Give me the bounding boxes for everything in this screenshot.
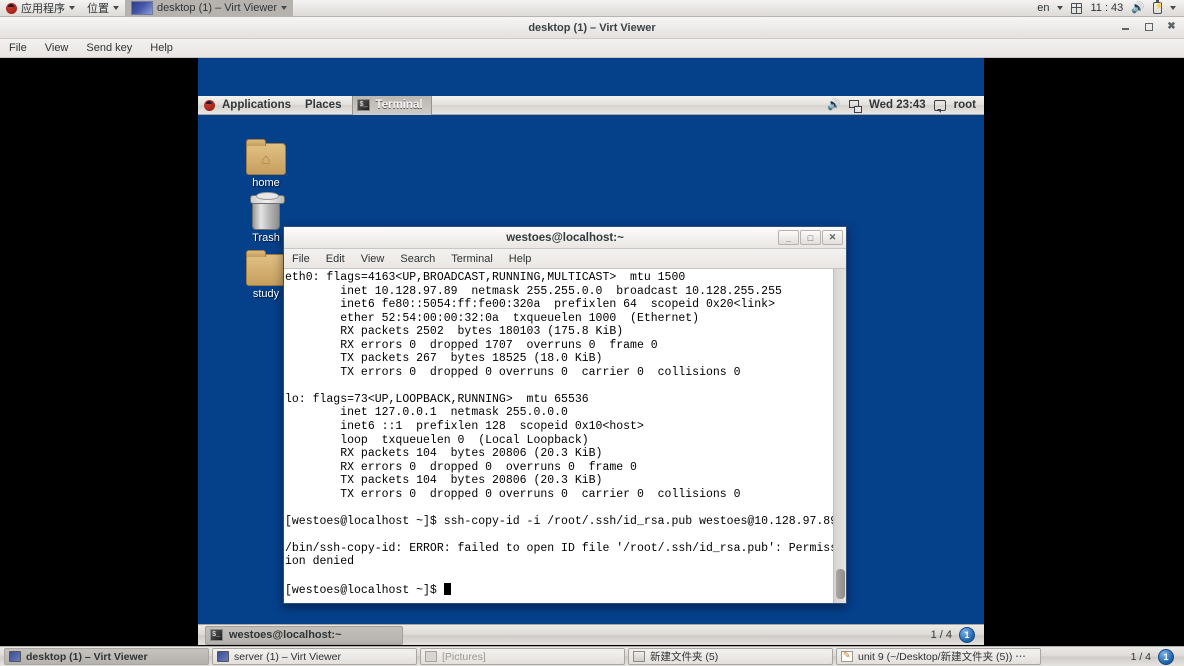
- taskbar-item-new-folder[interactable]: 新建文件夹 (5): [628, 648, 833, 665]
- maximize-icon[interactable]: □: [800, 230, 821, 245]
- screen: 应用程序 位置 desktop (1) – Virt Viewer en 11 …: [0, 0, 1184, 666]
- chevron-down-icon: [1057, 6, 1064, 10]
- host-top-panel: 应用程序 位置 desktop (1) – Virt Viewer en 11 …: [0, 0, 1184, 17]
- folder-icon: [246, 250, 286, 286]
- host-window-menu[interactable]: desktop (1) – Virt Viewer: [125, 0, 294, 17]
- terminal-window-controls: _ □ ✕: [778, 230, 843, 245]
- fedora-logo-icon: [6, 2, 17, 14]
- virt-viewer-title: desktop (1) – Virt Viewer: [528, 21, 656, 34]
- taskbar-item-unit9[interactable]: unit 9 (~/Desktop/新建文件夹 (5)) ⋯: [836, 648, 1041, 665]
- speaker-icon[interactable]: 🔊: [827, 99, 841, 111]
- host-places-menu[interactable]: 位置: [81, 0, 125, 17]
- menu-file[interactable]: File: [0, 39, 36, 58]
- chevron-down-icon: [281, 6, 288, 10]
- guest-desktop[interactable]: Applications Places $_ Terminal 🔊 Wed 23…: [198, 58, 984, 645]
- maximize-icon[interactable]: [1142, 20, 1155, 33]
- picture-icon: [425, 651, 437, 662]
- guest-workspace-switcher[interactable]: 1 / 4 1: [931, 627, 984, 643]
- minimize-icon[interactable]: [1119, 20, 1132, 33]
- terminal-menu-search[interactable]: Search: [392, 249, 443, 269]
- guest-window-button-terminal[interactable]: $_ Terminal: [352, 95, 432, 115]
- host-taskbar: desktop (1) – Virt Viewer server (1) – V…: [0, 646, 1184, 666]
- calendar-icon[interactable]: [1071, 2, 1083, 14]
- user-icon[interactable]: [933, 99, 946, 113]
- guest-window-button-label: Terminal: [375, 99, 423, 111]
- chevron-down-icon: [69, 6, 75, 10]
- menu-send-key[interactable]: Send key: [77, 39, 141, 58]
- terminal-menu-terminal[interactable]: Terminal: [443, 249, 501, 269]
- guest-applications-menu[interactable]: Applications: [215, 96, 298, 115]
- fedora-logo-icon: [204, 99, 215, 111]
- virt-viewer-titlebar[interactable]: desktop (1) – Virt Viewer ✖: [0, 17, 1184, 39]
- host-window-label: desktop (1) – Virt Viewer: [157, 2, 278, 14]
- guest-workspace-text: 1 / 4: [930, 629, 952, 641]
- terminal-menu-view[interactable]: View: [353, 249, 393, 269]
- close-icon[interactable]: ✕: [822, 230, 843, 245]
- host-workspace-text: 1 / 4: [1130, 650, 1151, 663]
- terminal-menu-edit[interactable]: Edit: [318, 249, 353, 269]
- scrollbar-thumb[interactable]: [836, 569, 845, 599]
- virt-viewer-window: desktop (1) – Virt Viewer ✖ File View Se…: [0, 17, 1184, 646]
- terminal-icon: $_: [210, 629, 223, 641]
- terminal-output[interactable]: eth0: flags=4163<UP,BROADCAST,RUNNING,MU…: [284, 269, 833, 603]
- guest-taskbar-item-terminal[interactable]: $_ westoes@localhost:~: [205, 625, 403, 645]
- file-manager-icon: [633, 651, 645, 662]
- taskbar-item-label: server (1) – Virt Viewer: [234, 650, 341, 663]
- terminal-titlebar[interactable]: westoes@localhost:~ _ □ ✕: [284, 227, 846, 249]
- network-icon[interactable]: [848, 99, 862, 113]
- host-workspace-badge[interactable]: 1: [1158, 648, 1174, 665]
- taskbar-item-label: unit 9 (~/Desktop/新建文件夹 (5)) ⋯: [858, 651, 1026, 663]
- home-folder-icon: ⌂: [246, 139, 286, 175]
- virt-viewer-window-controls: ✖: [1119, 20, 1178, 33]
- battery-icon[interactable]: [1153, 0, 1163, 14]
- guest-taskbar-item-label: westoes@localhost:~: [229, 629, 342, 641]
- guest-places-menu[interactable]: Places: [298, 96, 348, 115]
- terminal-scrollbar[interactable]: [833, 269, 846, 603]
- terminal-title: westoes@localhost:~: [506, 231, 624, 244]
- terminal-screen[interactable]: eth0: flags=4163<UP,BROADCAST,RUNNING,MU…: [284, 269, 846, 603]
- virt-viewer-menubar: File View Send key Help: [0, 39, 1184, 58]
- keyboard-layout-indicator[interactable]: en: [1037, 2, 1049, 14]
- virt-viewer-display-area: Applications Places $_ Terminal 🔊 Wed 23…: [0, 58, 1184, 645]
- taskbar-item-pictures[interactable]: [Pictures]: [420, 648, 625, 665]
- host-status-area: en 11 : 43 🔊: [1037, 0, 1184, 14]
- terminal-menu-help[interactable]: Help: [501, 249, 540, 269]
- desktop-icon-label: home: [252, 177, 280, 189]
- terminal-window[interactable]: westoes@localhost:~ _ □ ✕ File Edit View…: [283, 226, 847, 604]
- host-applications-label: 应用程序: [21, 3, 65, 15]
- terminal-cursor: [443, 582, 451, 595]
- trash-icon: [250, 192, 285, 230]
- host-applications-menu[interactable]: 应用程序: [0, 0, 81, 17]
- vm-thumbnail-icon: [131, 1, 153, 15]
- taskbar-item-server-virt-viewer[interactable]: server (1) – Virt Viewer: [212, 648, 417, 665]
- chevron-down-icon: [113, 6, 119, 10]
- host-clock[interactable]: 11 : 43: [1090, 2, 1123, 14]
- guest-top-panel: Applications Places $_ Terminal 🔊 Wed 23…: [198, 95, 984, 115]
- menu-view[interactable]: View: [36, 39, 78, 58]
- taskbar-item-label: desktop (1) – Virt Viewer: [26, 650, 148, 663]
- terminal-menubar: File Edit View Search Terminal Help: [284, 249, 846, 269]
- taskbar-item-label: [Pictures]: [442, 650, 486, 663]
- monitor-icon: [217, 651, 229, 662]
- terminal-output-text: eth0: flags=4163<UP,BROADCAST,RUNNING,MU…: [285, 271, 833, 597]
- monitor-icon: [9, 651, 21, 662]
- speaker-icon[interactable]: 🔊: [1131, 2, 1145, 14]
- guest-user-label[interactable]: root: [954, 99, 976, 111]
- terminal-menu-file[interactable]: File: [284, 249, 318, 269]
- guest-workspace-badge[interactable]: 1: [959, 627, 975, 643]
- host-places-label: 位置: [87, 3, 109, 15]
- guest-bottom-panel: $_ westoes@localhost:~ 1 / 4 1: [198, 624, 984, 645]
- minimize-icon[interactable]: _: [778, 230, 799, 245]
- close-icon[interactable]: ✖: [1165, 20, 1178, 33]
- taskbar-item-label: 新建文件夹 (5): [650, 651, 719, 663]
- desktop-icon-home[interactable]: ⌂ home: [230, 139, 302, 189]
- host-workspace-switcher[interactable]: 1 / 4 1: [1130, 648, 1180, 665]
- taskbar-item-desktop-virt-viewer[interactable]: desktop (1) – Virt Viewer: [4, 648, 209, 665]
- terminal-icon: $_: [357, 99, 371, 111]
- guest-clock[interactable]: Wed 23:43: [869, 99, 926, 111]
- menu-help[interactable]: Help: [141, 39, 182, 58]
- chevron-down-icon[interactable]: [1170, 6, 1176, 10]
- guest-status-area: 🔊 Wed 23:43 root: [827, 99, 984, 113]
- text-editor-icon: [841, 650, 853, 662]
